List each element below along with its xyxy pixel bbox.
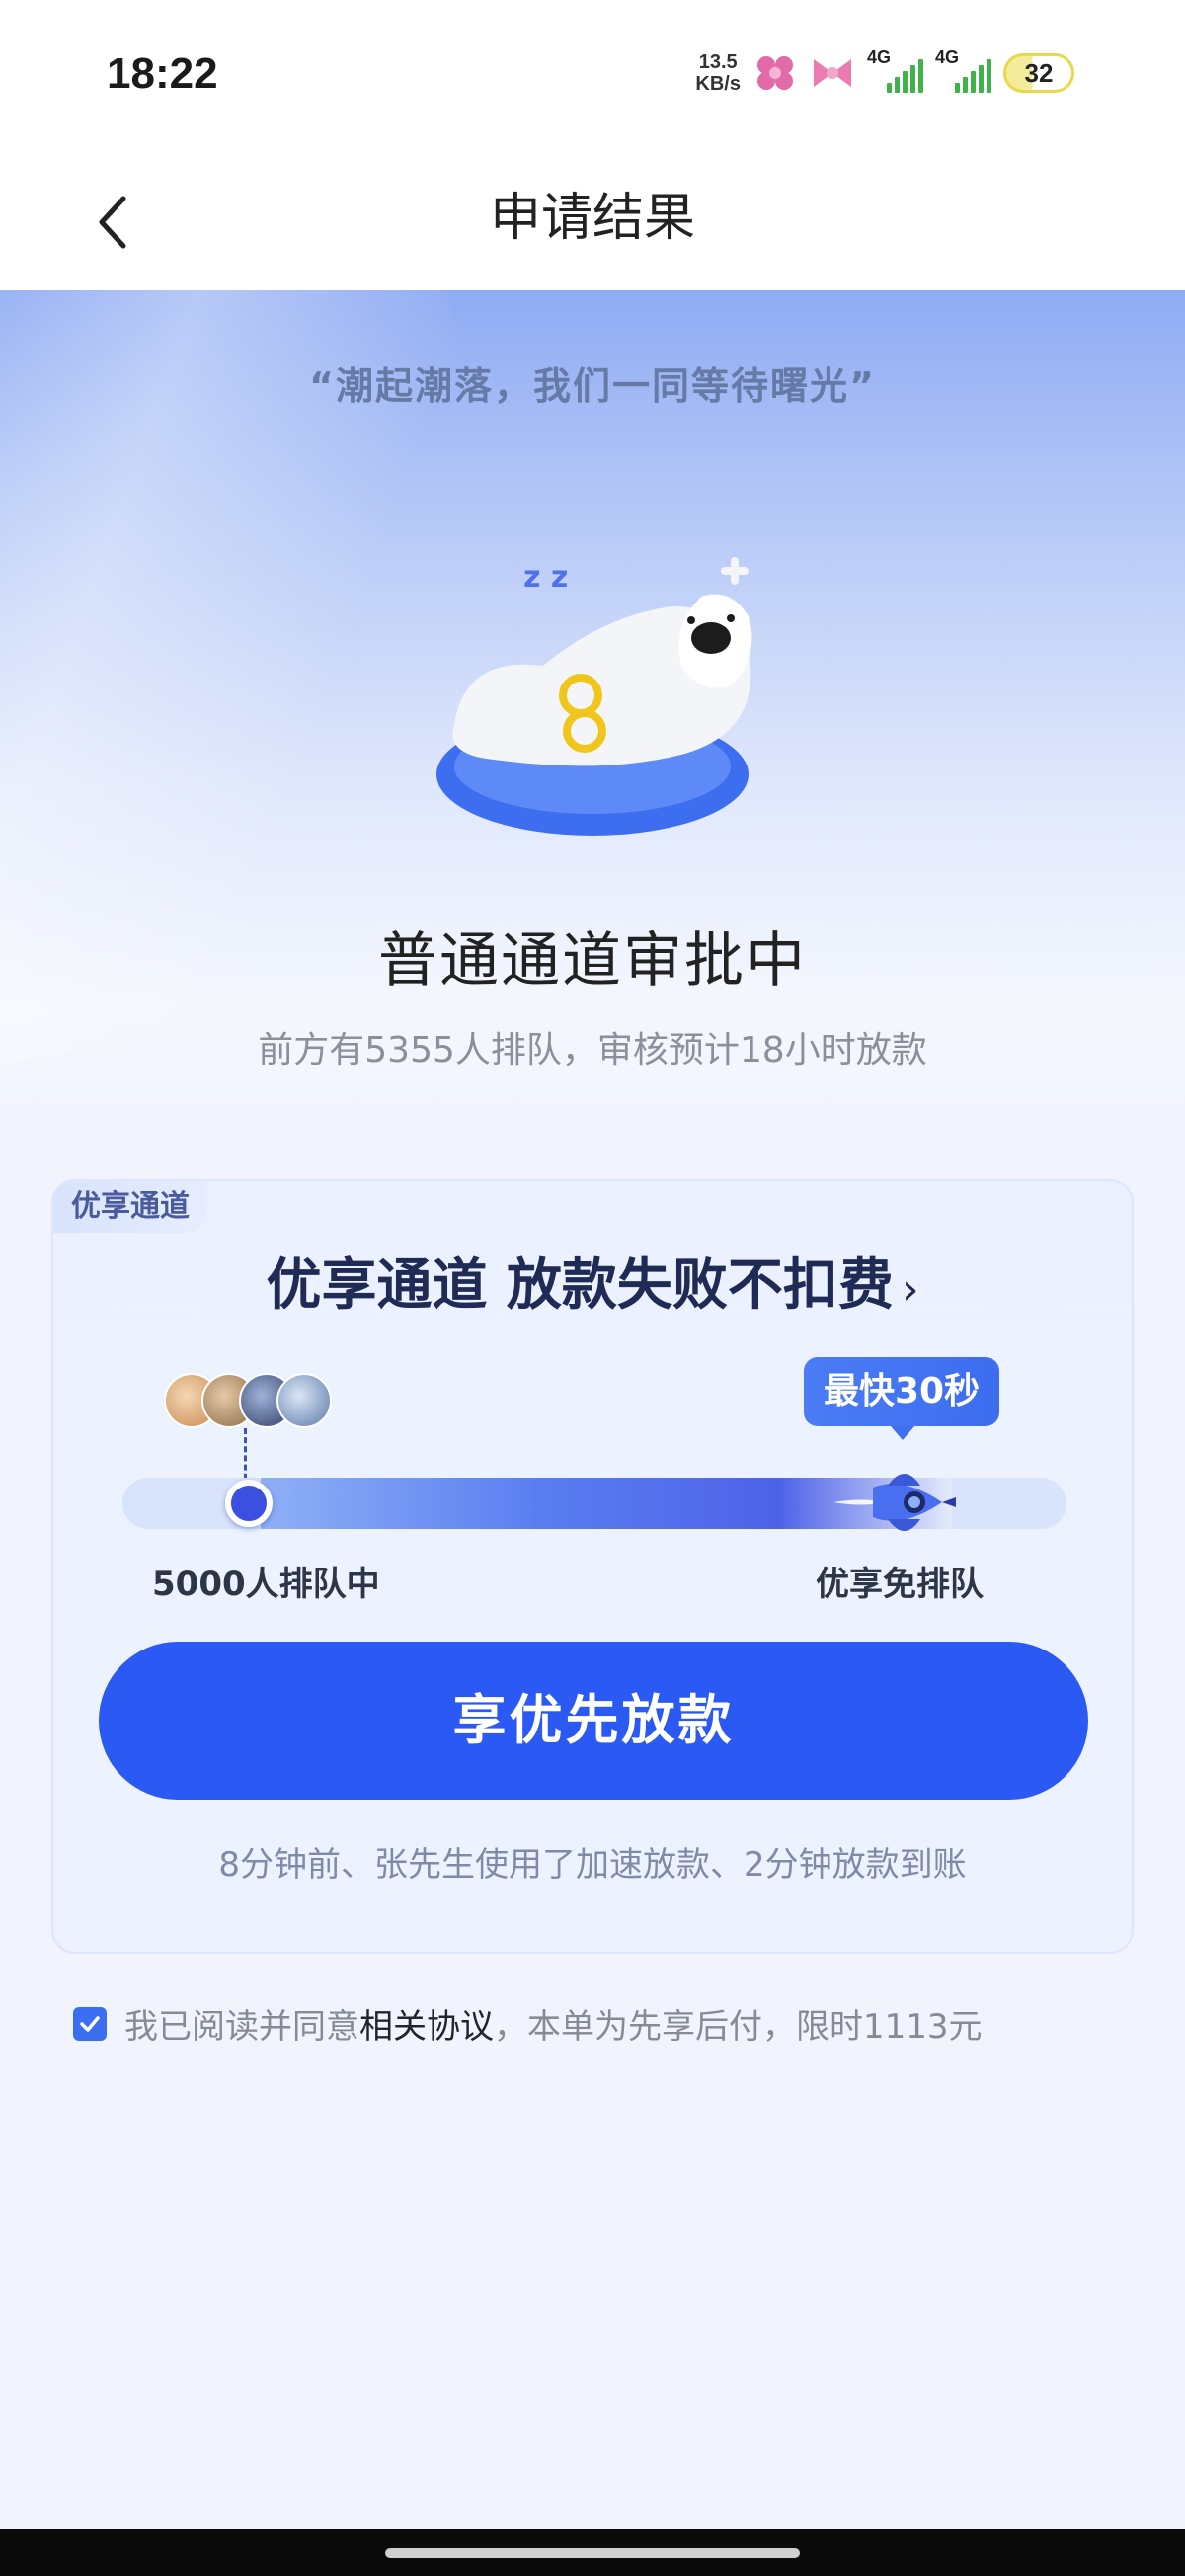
bow-icon bbox=[814, 59, 851, 87]
priority-disbursement-button[interactable]: 享优先放款 bbox=[99, 1642, 1088, 1800]
page-title: 申请结果 bbox=[489, 189, 695, 248]
signal-1-tag: 4G bbox=[867, 47, 892, 67]
home-indicator[interactable] bbox=[385, 2548, 800, 2558]
network-speed-unit: KB/s bbox=[695, 73, 741, 95]
agreement-link[interactable]: 相关协议 bbox=[359, 2007, 494, 2047]
signal-icon-1: 4G bbox=[867, 47, 923, 93]
queue-info: 前方有5355人排队，审核预计18小时放款 bbox=[258, 1030, 927, 1071]
rocket-icon bbox=[833, 1474, 956, 1531]
agreement-row: 我已阅读并同意相关协议，本单为先享后付，限时1113元 bbox=[73, 1999, 983, 2048]
priority-channel-title-text: 优享通道 放款失败不扣费 bbox=[266, 1253, 894, 1318]
hero-section: “潮起潮落，我们一同等待曙光” z z 普通通道审批中 前方有5355人排队，审… bbox=[0, 290, 1185, 1179]
agreement-suffix: ，本单为先享后付，限时1113元 bbox=[494, 2007, 983, 2047]
priority-channel-tag: 优享通道 bbox=[53, 1181, 207, 1233]
status-icons: 13.5 KB/s 4G 4G 32 bbox=[695, 47, 1074, 95]
seal-mascot-illustration: z z bbox=[436, 557, 752, 836]
fastest-time-badge: 最快30秒 bbox=[804, 1357, 999, 1440]
priority-channel-card: 优享通道 优享通道 放款失败不扣费 › 最快30秒 5000人排队中 优享免排队 … bbox=[51, 1179, 1134, 1954]
status-bar: 18:22 13.5 KB/s 4G 4G 32 bbox=[0, 0, 1185, 148]
nav-bar: 申请结果 bbox=[0, 148, 1185, 290]
priority-no-queue-label: 优享免排队 bbox=[816, 1565, 984, 1604]
avatar bbox=[276, 1373, 332, 1428]
battery-icon: 32 bbox=[1003, 53, 1074, 93]
recent-activity-notice: 8分钟前、张先生使用了加速放款、2分钟放款到账 bbox=[218, 1845, 967, 1885]
user-avatars bbox=[164, 1373, 332, 1428]
queue-position-knob bbox=[225, 1480, 273, 1527]
hero-quote: “潮起潮落，我们一同等待曙光” bbox=[309, 364, 876, 408]
network-speed-value: 13.5 bbox=[698, 51, 738, 73]
flower-icon bbox=[757, 56, 793, 90]
signal-icon-2: 4G bbox=[935, 47, 991, 93]
network-speed: 13.5 KB/s bbox=[695, 51, 741, 95]
approval-status-title: 普通通道审批中 bbox=[378, 926, 807, 996]
checkmark-icon bbox=[80, 2015, 100, 2032]
status-time: 18:22 bbox=[107, 49, 218, 98]
priority-channel-title[interactable]: 优享通道 放款失败不扣费 › bbox=[53, 1241, 1132, 1321]
queue-count-label: 5000人排队中 bbox=[152, 1565, 380, 1604]
battery-level: 32 bbox=[1024, 57, 1054, 88]
svg-text:z z: z z bbox=[523, 560, 568, 595]
agreement-text: 我已阅读并同意相关协议，本单为先享后付，限时1113元 bbox=[124, 1999, 983, 2048]
signal-2-tag: 4G bbox=[935, 47, 960, 67]
agreement-checkbox[interactable] bbox=[73, 2006, 107, 2041]
chevron-right-icon: › bbox=[901, 1264, 919, 1315]
agreement-prefix: 我已阅读并同意 bbox=[124, 2007, 359, 2047]
